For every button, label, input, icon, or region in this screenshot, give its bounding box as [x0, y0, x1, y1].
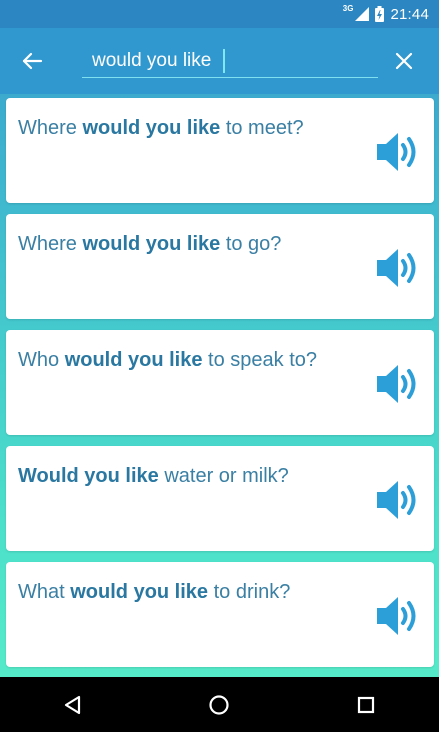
phrase-card[interactable]: Would you like water or milk?	[6, 446, 434, 551]
phrase-text-after: to meet?	[220, 117, 304, 139]
phrase-text-highlight: would you like	[82, 233, 221, 255]
phrase-text-highlight: would you like	[64, 349, 203, 371]
app-screen: 3G 21:44 would you like Where would you …	[0, 0, 439, 732]
speaker-icon	[377, 481, 416, 519]
phrase-text-before: What	[18, 581, 71, 603]
nav-home-button[interactable]	[189, 680, 249, 730]
speaker-icon	[377, 249, 416, 287]
back-button[interactable]	[12, 41, 52, 81]
phrase-text-before: Where	[18, 233, 83, 255]
phrase-text-after: water or milk?	[158, 465, 289, 487]
play-audio-button[interactable]	[374, 360, 422, 408]
play-audio-button[interactable]	[374, 244, 422, 292]
phrase-card[interactable]: Where would you like to go?	[6, 214, 434, 319]
phrase-text-after: to go?	[220, 233, 282, 255]
phrase-text-after: to speak to?	[202, 349, 318, 371]
clock: 21:44	[390, 5, 429, 23]
speaker-icon	[377, 365, 416, 403]
phrase-text: Where would you like to meet?	[18, 116, 358, 140]
search-app-bar	[0, 28, 439, 94]
phrase-card[interactable]: Where would you like to meet?	[6, 98, 434, 203]
nav-recents-button[interactable]	[336, 680, 396, 730]
phrase-text-before: Who	[18, 349, 65, 371]
phrase-text-after: to drink?	[208, 581, 291, 603]
square-recents-icon	[357, 696, 374, 713]
play-audio-button[interactable]	[374, 128, 422, 176]
status-icons: 3G 21:44	[343, 0, 429, 28]
network-type-label: 3G	[342, 3, 354, 13]
phrase-list: Where would you like to meet? Where woul…	[6, 98, 434, 678]
phrase-text: Who would you like to speak to?	[18, 348, 358, 372]
play-audio-button[interactable]	[374, 592, 422, 640]
search-input[interactable]	[82, 44, 378, 78]
phrase-text: Would you like water or milk?	[18, 464, 358, 488]
phrase-card[interactable]: Who would you like to speak to?	[6, 330, 434, 435]
phrase-text-before: Where	[18, 117, 83, 139]
signal-icon	[355, 7, 370, 21]
phrase-card[interactable]: What would you like to drink?	[6, 562, 434, 667]
phrase-text-highlight: Would you like	[18, 465, 159, 487]
nav-back-button[interactable]	[43, 680, 103, 730]
speaker-icon	[377, 133, 416, 171]
clear-search-button[interactable]	[385, 42, 423, 80]
search-field-container	[82, 44, 429, 80]
phrase-text-highlight: would you like	[70, 581, 209, 603]
system-nav-bar	[0, 677, 439, 732]
status-bar: 3G 21:44	[0, 0, 439, 28]
play-audio-button[interactable]	[374, 476, 422, 524]
phrase-text: Where would you like to go?	[18, 232, 358, 256]
speaker-icon	[377, 597, 416, 635]
text-cursor	[223, 49, 225, 73]
close-icon	[395, 52, 413, 70]
battery-charging-icon	[375, 6, 385, 22]
circle-home-icon	[209, 694, 230, 715]
triangle-back-icon	[65, 695, 81, 714]
arrow-left-icon	[22, 52, 43, 70]
phrase-text: What would you like to drink?	[18, 580, 358, 604]
phrase-text-highlight: would you like	[82, 117, 221, 139]
